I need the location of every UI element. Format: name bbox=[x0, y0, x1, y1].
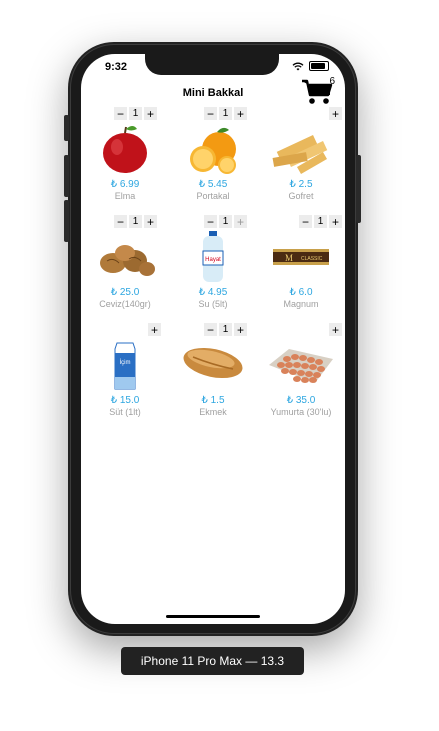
product-card-magnum[interactable]: − 1 + M CLASSIC ₺ 6.0 Magnum bbox=[257, 215, 345, 323]
product-name: Ekmek bbox=[199, 407, 227, 417]
quantity-stepper: − 1 + bbox=[204, 323, 247, 336]
product-card-yumurta[interactable]: + ₺ 35.0 Yumurta (30'lu) bbox=[257, 323, 345, 431]
decrement-button[interactable]: − bbox=[204, 107, 217, 120]
increment-button[interactable]: + bbox=[329, 215, 342, 228]
quantity-stepper: − 1 + bbox=[299, 215, 342, 228]
increment-button[interactable]: + bbox=[144, 107, 157, 120]
increment-button[interactable]: + bbox=[329, 107, 342, 120]
quantity-stepper: + bbox=[329, 323, 342, 336]
product-card-su[interactable]: − 1 + Hayat ₺ 4.95 Su (5lt) bbox=[169, 215, 257, 323]
product-price: ₺ 6.99 bbox=[110, 179, 140, 190]
orange-image bbox=[190, 127, 236, 174]
svg-text:M: M bbox=[285, 253, 293, 263]
quantity-value: 1 bbox=[219, 107, 232, 120]
app-screen: 9:32 Mini Bakkal 6 − 1 + ₺ 6.99 Elma − 1… bbox=[81, 54, 345, 624]
decrement-button[interactable]: − bbox=[114, 215, 127, 228]
quantity-value: 1 bbox=[129, 215, 142, 228]
notch bbox=[145, 54, 279, 75]
product-name: Gofret bbox=[288, 191, 314, 201]
device-label: iPhone 11 Pro Max — 13.3 bbox=[121, 647, 304, 675]
product-card-elma[interactable]: − 1 + ₺ 6.99 Elma bbox=[81, 107, 169, 215]
decrement-button[interactable]: − bbox=[299, 215, 312, 228]
product-price: ₺ 25.0 bbox=[110, 287, 140, 298]
quantity-value: 1 bbox=[219, 323, 232, 336]
volume-up-button bbox=[64, 155, 69, 197]
product-card-ekmek[interactable]: − 1 + ₺ 1.5 Ekmek bbox=[169, 323, 257, 431]
wifi-icon bbox=[292, 62, 304, 70]
home-indicator[interactable] bbox=[166, 615, 260, 618]
product-name: Yumurta (30'lu) bbox=[270, 407, 332, 417]
mute-switch bbox=[64, 115, 69, 141]
milk-carton-image: İçim bbox=[114, 342, 136, 390]
quantity-value: 1 bbox=[314, 215, 327, 228]
battery-icon bbox=[309, 61, 329, 71]
increment-button[interactable]: + bbox=[329, 323, 342, 336]
product-price: ₺ 2.5 bbox=[289, 179, 313, 190]
product-card-ceviz[interactable]: − 1 + ₺ 25.0 Ceviz(140gr) bbox=[81, 215, 169, 323]
svg-text:CLASSIC: CLASSIC bbox=[301, 256, 323, 262]
product-card-portakal[interactable]: − 1 + ₺ 5.45 Portakal bbox=[169, 107, 257, 215]
quantity-stepper: − 1 + bbox=[204, 215, 247, 228]
volume-down-button bbox=[64, 200, 69, 242]
product-name: Elma bbox=[114, 191, 136, 201]
product-price: ₺ 6.0 bbox=[289, 287, 313, 298]
product-card-gofret[interactable]: + ₺ 2.5 Gofret bbox=[257, 107, 345, 215]
quantity-stepper: − 1 + bbox=[114, 215, 157, 228]
quantity-value: 1 bbox=[129, 107, 142, 120]
status-icons bbox=[292, 61, 329, 71]
decrement-button[interactable]: − bbox=[114, 107, 127, 120]
decrement-button[interactable]: − bbox=[204, 215, 217, 228]
power-button bbox=[356, 155, 361, 223]
quantity-stepper: + bbox=[148, 323, 161, 336]
cart-button[interactable]: 6 bbox=[301, 76, 335, 106]
increment-button[interactable]: + bbox=[234, 107, 247, 120]
ice-cream-image: M CLASSIC bbox=[273, 249, 329, 265]
status-time: 9:32 bbox=[105, 61, 128, 73]
product-name: Ceviz(140gr) bbox=[99, 299, 151, 309]
svg-text:Hayat: Hayat bbox=[205, 257, 221, 263]
product-name: Su (5lt) bbox=[198, 299, 228, 309]
bread-image bbox=[183, 347, 243, 379]
cart-icon bbox=[302, 79, 333, 104]
eggs-image bbox=[269, 349, 333, 383]
product-price: ₺ 5.45 bbox=[198, 179, 228, 190]
quantity-stepper: − 1 + bbox=[114, 107, 157, 120]
increment-button[interactable]: + bbox=[144, 215, 157, 228]
cart-count-badge: 6 bbox=[329, 76, 335, 87]
product-price: ₺ 35.0 bbox=[286, 395, 316, 406]
product-price: ₺ 4.95 bbox=[198, 287, 228, 298]
product-name: Magnum bbox=[283, 299, 319, 309]
decrement-button[interactable]: − bbox=[204, 323, 217, 336]
product-price: ₺ 15.0 bbox=[110, 395, 140, 406]
product-name: Portakal bbox=[196, 191, 230, 201]
increment-button[interactable]: + bbox=[234, 323, 247, 336]
quantity-value: 1 bbox=[219, 215, 232, 228]
product-card-sut[interactable]: + İçim ₺ 15.0 Süt (1lt) bbox=[81, 323, 169, 431]
water-bottle-image: Hayat bbox=[202, 231, 224, 282]
increment-button[interactable]: + bbox=[148, 323, 161, 336]
quantity-stepper: − 1 + bbox=[204, 107, 247, 120]
product-price: ₺ 1.5 bbox=[201, 395, 225, 406]
walnut-image bbox=[100, 245, 155, 276]
svg-text:İçim: İçim bbox=[120, 359, 131, 366]
apple-image bbox=[103, 126, 147, 173]
wafer-image bbox=[272, 135, 328, 174]
quantity-stepper: + bbox=[329, 107, 342, 120]
increment-button[interactable]: + bbox=[234, 215, 247, 228]
product-name: Süt (1lt) bbox=[109, 407, 141, 417]
